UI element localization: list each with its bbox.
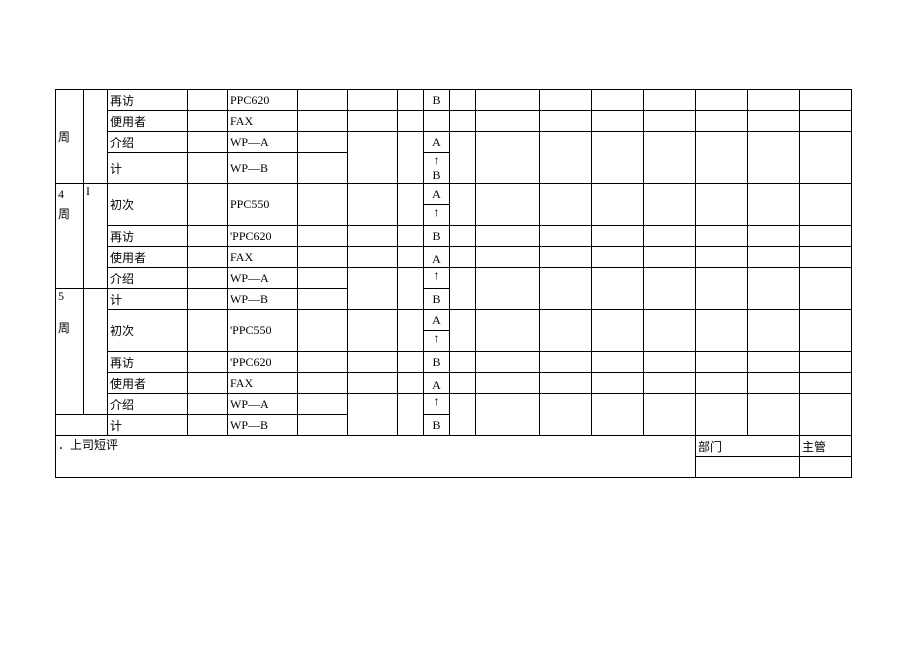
mgr-value bbox=[800, 457, 852, 478]
week-marker bbox=[84, 90, 108, 184]
grade-cell: ↑B bbox=[424, 153, 450, 184]
product-cell: FAX bbox=[228, 247, 298, 268]
type-cell: 使用者 bbox=[108, 373, 188, 394]
type-cell: 介绍 bbox=[108, 132, 188, 153]
grade-cell: B bbox=[424, 90, 450, 111]
product-cell: FAX bbox=[228, 111, 298, 132]
grade-cell: ↑ bbox=[424, 394, 450, 415]
product-cell: WP—A bbox=[228, 268, 298, 289]
grade-cell: ↑ bbox=[424, 205, 450, 226]
type-cell: 介绍 bbox=[108, 268, 188, 289]
product-cell: 'PPC550 bbox=[228, 310, 298, 352]
type-cell: 再访 bbox=[108, 90, 188, 111]
grade-cell: B bbox=[424, 226, 450, 247]
grade-cell: A bbox=[424, 132, 450, 153]
grade-cell: A bbox=[424, 184, 450, 205]
supervisor-comment-label: ．上司短评 bbox=[56, 436, 696, 478]
grade-cell bbox=[424, 111, 450, 132]
product-cell: PPC550 bbox=[228, 184, 298, 226]
grade-cell: A bbox=[424, 247, 450, 268]
grade-cell: A bbox=[424, 373, 450, 394]
mgr-label: 主管 bbox=[800, 436, 852, 457]
product-cell: WP—B bbox=[228, 289, 298, 310]
product-cell: WP—A bbox=[228, 132, 298, 153]
product-cell: WP—B bbox=[228, 415, 298, 436]
table-row: 4 I 初次 PPC550 A bbox=[56, 184, 852, 205]
product-cell: WP—B bbox=[228, 153, 298, 184]
type-cell: 初次 bbox=[108, 310, 188, 352]
week-marker bbox=[84, 289, 108, 415]
table-row: 再访 'PPC620 B bbox=[56, 226, 852, 247]
dept-value bbox=[696, 457, 800, 478]
type-cell: 介绍 bbox=[108, 394, 188, 415]
table-row: 初次 'PPC550 A bbox=[56, 310, 852, 331]
week-cell: 4 bbox=[56, 184, 84, 205]
grade-cell: B bbox=[424, 415, 450, 436]
table-row: 使用者 FAX A bbox=[56, 247, 852, 268]
product-cell: PPC620 bbox=[228, 90, 298, 111]
table-row: 便用者 FAX bbox=[56, 111, 852, 132]
week-cell: 周 bbox=[56, 90, 84, 184]
product-cell: FAX bbox=[228, 373, 298, 394]
type-cell: 计 bbox=[108, 153, 188, 184]
type-cell: 计 bbox=[108, 415, 188, 436]
grade-cell: A bbox=[424, 310, 450, 331]
schedule-table: 周 再访 PPC620 B 便用者 FAX 介绍 bbox=[55, 89, 852, 478]
grade-cell: B bbox=[424, 352, 450, 373]
table-row: 周 再访 PPC620 B bbox=[56, 90, 852, 111]
week-marker: I bbox=[84, 184, 108, 289]
product-cell: WP—A bbox=[228, 394, 298, 415]
table-row: 使用者 FAX A bbox=[56, 373, 852, 394]
type-cell: 使用者 bbox=[108, 247, 188, 268]
footer-row: ．上司短评 部门 主管 bbox=[56, 436, 852, 457]
product-cell: 'PPC620 bbox=[228, 352, 298, 373]
type-cell: 再访 bbox=[108, 226, 188, 247]
type-cell: 再访 bbox=[108, 352, 188, 373]
grade-cell: ↑ bbox=[424, 331, 450, 352]
type-cell: 便用者 bbox=[108, 111, 188, 132]
grade-cell: B bbox=[424, 289, 450, 310]
grade-cell: ↑ bbox=[424, 268, 450, 289]
week-cell: 周 bbox=[56, 205, 84, 289]
type-cell: 计 bbox=[108, 289, 188, 310]
type-cell: 初次 bbox=[108, 184, 188, 226]
week-cell: 5周 bbox=[56, 289, 84, 415]
product-cell: 'PPC620 bbox=[228, 226, 298, 247]
dept-label: 部门 bbox=[696, 436, 800, 457]
table-row: 再访 'PPC620 B bbox=[56, 352, 852, 373]
